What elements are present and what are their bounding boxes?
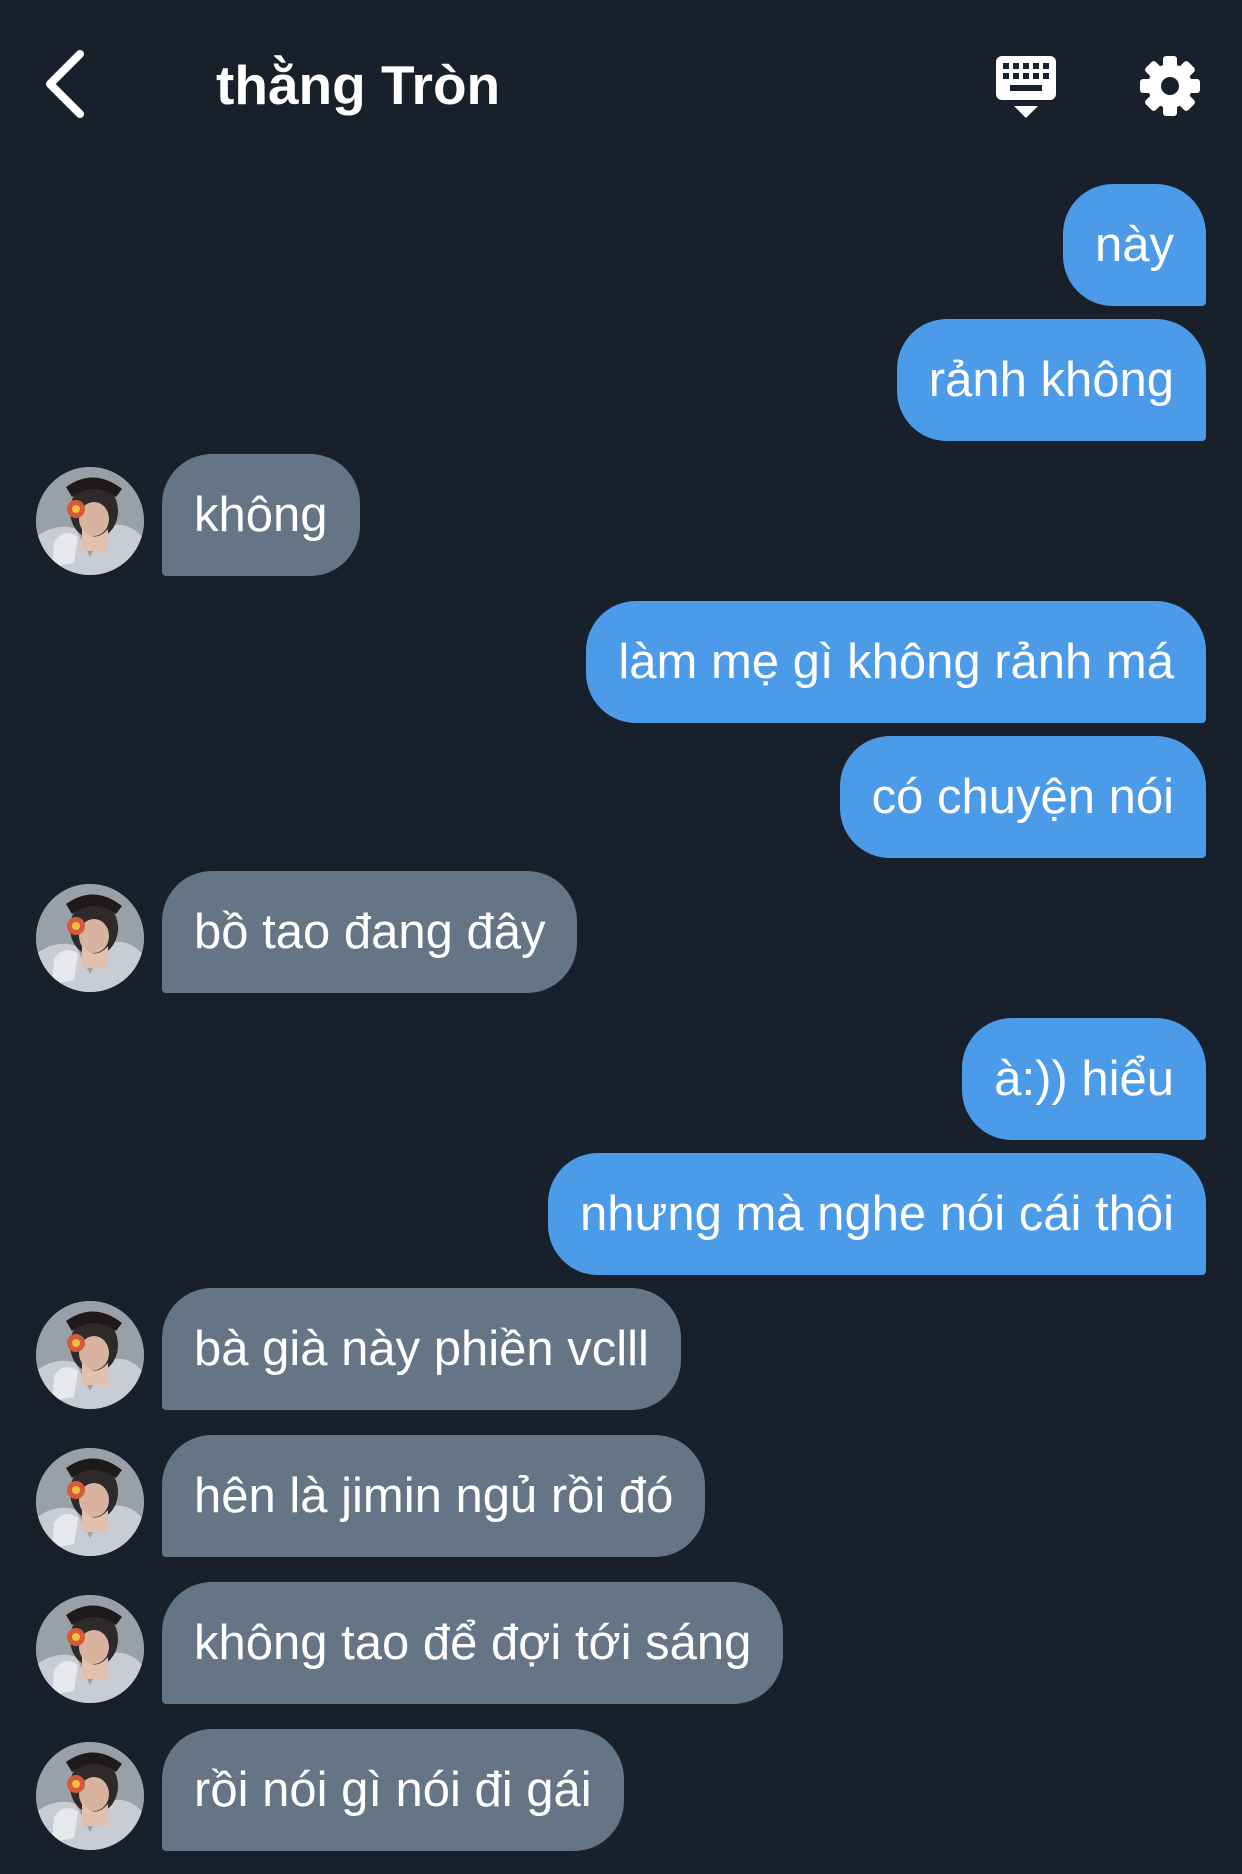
message-bubble[interactable]: à:)) hiểu: [962, 1018, 1206, 1140]
gear-icon: [1140, 56, 1200, 116]
message-bubble[interactable]: không: [162, 454, 360, 576]
settings-button[interactable]: [1138, 54, 1202, 118]
outgoing-message: này: [0, 184, 1242, 308]
message-bubble[interactable]: bà già này phiền vclll: [162, 1288, 681, 1410]
message-bubble[interactable]: không tao để đợi tới sáng: [162, 1582, 784, 1704]
contact-avatar[interactable]: [36, 884, 144, 992]
contact-avatar[interactable]: [36, 1448, 144, 1556]
keyboard-button[interactable]: [994, 54, 1058, 120]
contact-avatar[interactable]: [36, 1301, 144, 1409]
incoming-message: bồ tao đang đây: [0, 871, 1242, 995]
incoming-message: hên là jimin ngủ rồi đó: [0, 1435, 1242, 1559]
chevron-left-icon: [46, 50, 84, 118]
contact-avatar[interactable]: [36, 467, 144, 575]
conversation-title: thằng Tròn: [216, 54, 501, 116]
contact-avatar[interactable]: [36, 1742, 144, 1850]
outgoing-message: có chuyện nói: [0, 736, 1242, 860]
message-bubble[interactable]: rồi nói gì nói đi gái: [162, 1729, 624, 1851]
incoming-message: bà già này phiền vclll: [0, 1288, 1242, 1412]
incoming-message: không tao để đợi tới sáng: [0, 1582, 1242, 1706]
contact-avatar[interactable]: [36, 1595, 144, 1703]
outgoing-message: rảnh không: [0, 319, 1242, 443]
message-bubble[interactable]: này: [1062, 184, 1206, 306]
outgoing-message: à:)) hiểu: [0, 1018, 1242, 1142]
back-button[interactable]: [38, 48, 98, 120]
incoming-message: không: [0, 454, 1242, 578]
message-bubble[interactable]: có chuyện nói: [839, 736, 1206, 858]
chat-header: thằng Tròn: [0, 0, 1242, 170]
outgoing-message: làm mẹ gì không rảnh má: [0, 601, 1242, 725]
message-bubble[interactable]: hên là jimin ngủ rồi đó: [162, 1435, 706, 1557]
message-bubble[interactable]: bồ tao đang đây: [162, 871, 578, 993]
incoming-message: rồi nói gì nói đi gái: [0, 1729, 1242, 1853]
message-list[interactable]: này rảnh không không làm mẹ gì không rảnh m…: [0, 184, 1242, 1874]
outgoing-message: nhưng mà nghe nói cái thôi: [0, 1153, 1242, 1277]
message-bubble[interactable]: làm mẹ gì không rảnh má: [586, 601, 1206, 723]
keyboard-icon: [996, 56, 1056, 118]
message-bubble[interactable]: rảnh không: [896, 319, 1206, 441]
message-bubble[interactable]: nhưng mà nghe nói cái thôi: [548, 1153, 1206, 1275]
